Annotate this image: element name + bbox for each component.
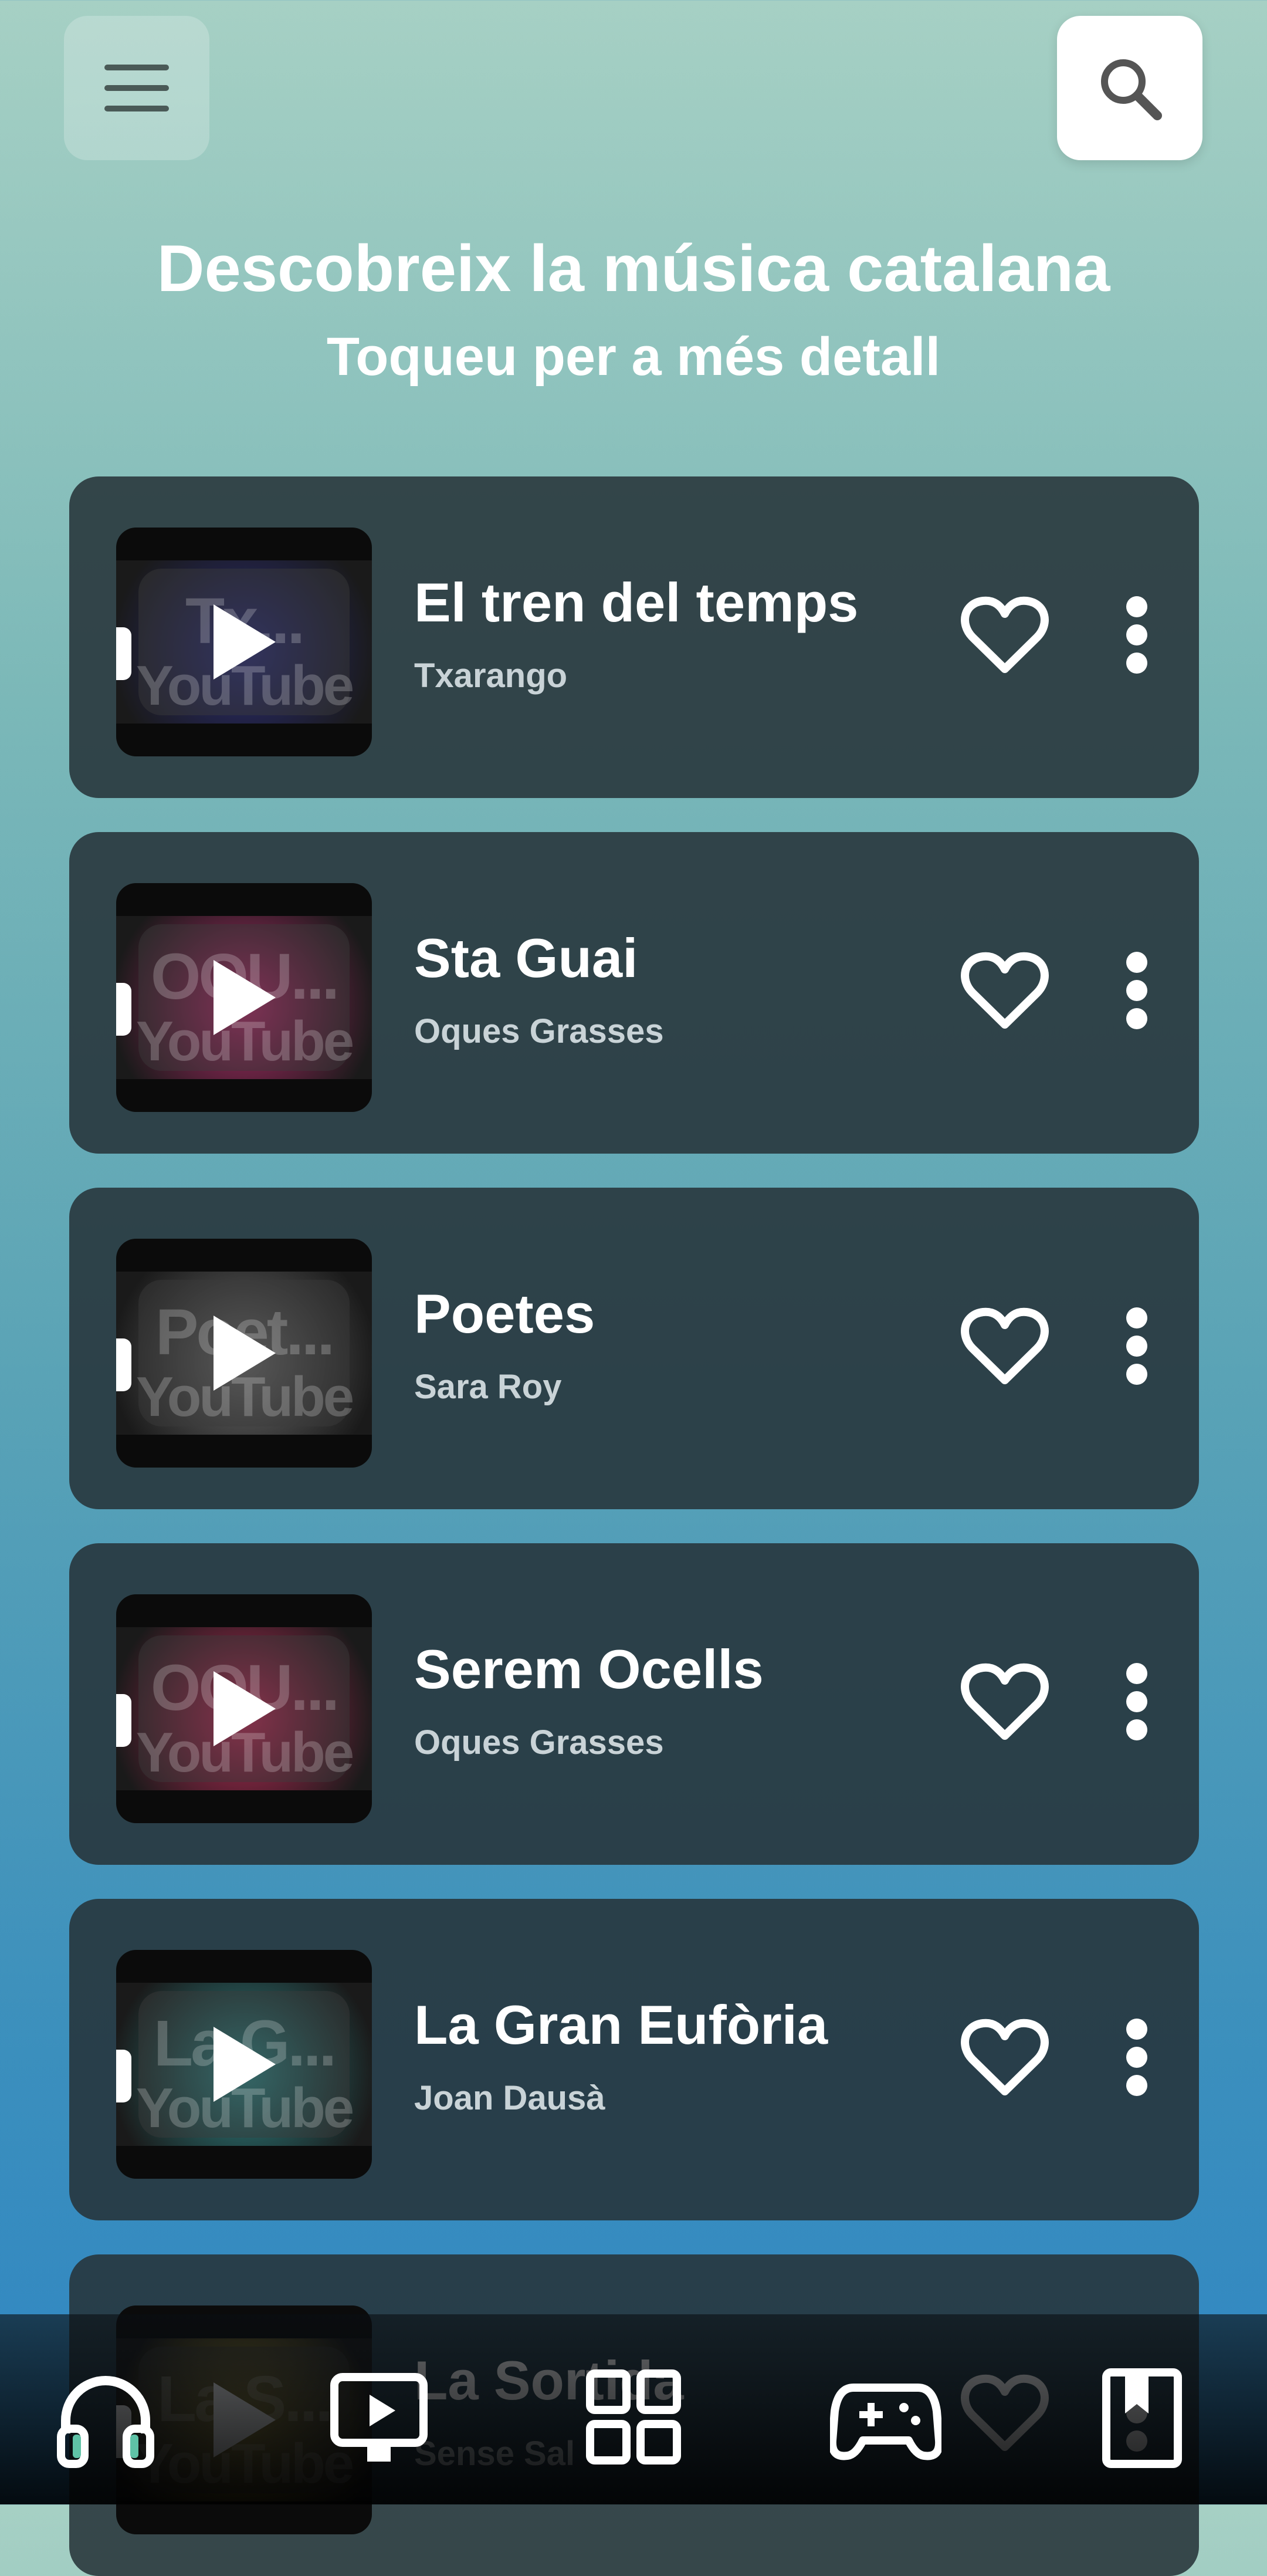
nav-item-videos[interactable]	[320, 2361, 438, 2473]
video-player-icon	[330, 2373, 428, 2462]
more-options-button[interactable]	[1113, 588, 1160, 682]
headphones-icon	[57, 2376, 154, 2468]
more-options-button[interactable]	[1113, 2010, 1160, 2104]
song-artist: Txarango	[414, 657, 568, 695]
play-icon	[214, 604, 276, 680]
song-artist: Joan Dausà	[414, 2079, 605, 2117]
more-vertical-icon	[1126, 1663, 1147, 1740]
play-icon	[214, 960, 276, 1035]
play-icon	[214, 1316, 276, 1391]
more-options-button[interactable]	[1113, 944, 1160, 1037]
song-artist: Oques Grasses	[414, 1723, 664, 1762]
play-icon	[214, 2027, 276, 2102]
play-button[interactable]	[116, 1239, 372, 1468]
nav-item-music[interactable]	[47, 2361, 164, 2473]
song-card[interactable]: La G... YouTube La Gran Eufòria Joan Dau…	[69, 1899, 1199, 2220]
song-title: El tren del temps	[414, 572, 859, 633]
more-vertical-icon	[1126, 2019, 1147, 2096]
more-vertical-icon	[1126, 1307, 1147, 1385]
menu-button[interactable]	[64, 16, 209, 160]
play-button[interactable]	[116, 1950, 372, 2179]
play-icon	[214, 1671, 276, 1746]
nav-item-games[interactable]	[827, 2361, 944, 2473]
favorite-button[interactable]	[955, 588, 1055, 682]
favorite-button[interactable]	[955, 1299, 1055, 1393]
more-options-button[interactable]	[1113, 1655, 1160, 1749]
bottom-navigation	[0, 2314, 1267, 2504]
page-title: Descobreix la música catalana	[157, 232, 1110, 305]
page-subtitle: Toqueu per a més detall	[326, 327, 941, 387]
more-vertical-icon	[1126, 596, 1147, 674]
song-thumbnail[interactable]: Poet... YouTube	[116, 1239, 372, 1468]
search-icon	[1101, 59, 1162, 120]
favorite-button[interactable]	[955, 1655, 1055, 1749]
song-thumbnail[interactable]: OQU... YouTube	[116, 883, 372, 1112]
gamepad-icon	[830, 2384, 941, 2460]
more-vertical-icon	[1126, 952, 1147, 1029]
song-thumbnail[interactable]: OQU... YouTube	[116, 1594, 372, 1823]
song-title: La Gran Eufòria	[414, 1994, 828, 2056]
favorite-button[interactable]	[955, 944, 1055, 1037]
heart-outline-icon	[961, 952, 1049, 1029]
song-card[interactable]: Poet... YouTube Poetes Sara Roy	[69, 1188, 1199, 1509]
song-thumbnail[interactable]: Tx... YouTube	[116, 528, 372, 756]
song-title: Sta Guai	[414, 927, 638, 989]
nav-item-categories[interactable]	[575, 2361, 692, 2473]
song-card[interactable]: OQU... YouTube Serem Ocells Oques Grasse…	[69, 1543, 1199, 1865]
song-title: Serem Ocells	[414, 1638, 764, 1700]
song-card[interactable]: Tx... YouTube El tren del temps Txarango	[69, 476, 1199, 798]
play-button[interactable]	[116, 883, 372, 1112]
heart-outline-icon	[961, 596, 1049, 673]
search-button[interactable]	[1057, 16, 1202, 160]
play-button[interactable]	[116, 528, 372, 756]
heart-outline-icon	[961, 2019, 1049, 2095]
heart-outline-icon	[961, 1307, 1049, 1384]
heart-outline-icon	[961, 1663, 1049, 1740]
song-thumbnail[interactable]: La G... YouTube	[116, 1950, 372, 2179]
song-card[interactable]: OQU... YouTube Sta Guai Oques Grasses	[69, 832, 1199, 1154]
favorite-button[interactable]	[955, 2010, 1055, 2104]
grid-icon	[586, 2369, 681, 2465]
more-options-button[interactable]	[1113, 1299, 1160, 1393]
nav-item-saved[interactable]	[1082, 2361, 1199, 2473]
bookmark-icon	[1102, 2368, 1182, 2468]
hamburger-menu-icon	[104, 65, 169, 111]
song-artist: Oques Grasses	[414, 1012, 664, 1050]
song-title: Poetes	[414, 1283, 595, 1344]
play-button[interactable]	[116, 1594, 372, 1823]
song-artist: Sara Roy	[414, 1368, 562, 1406]
